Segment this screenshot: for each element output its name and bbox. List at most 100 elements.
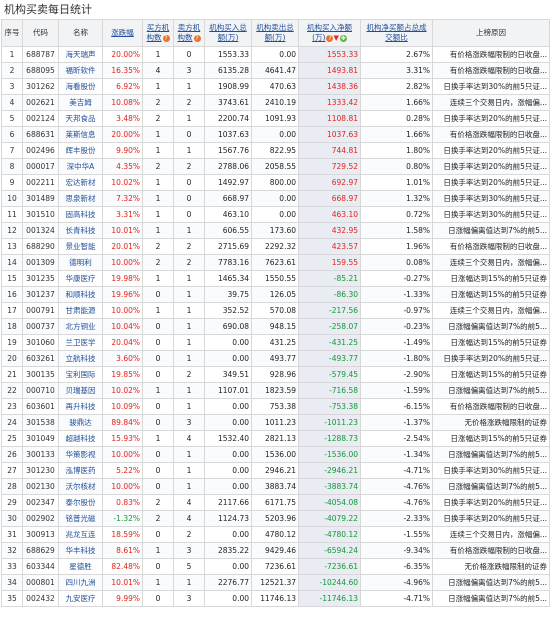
cell-stock-name[interactable]: 泰尔股份: [58, 494, 103, 511]
cell-stock-code[interactable]: 000801: [22, 574, 59, 591]
table-row[interactable]: 14 001309 德明利 10.00% 2 2 7783.16 7623.61 159.55 0…: [1, 254, 550, 271]
col-header-buy-count[interactable]: 买方机构数?: [142, 19, 174, 47]
table-row[interactable]: 7 002496 辉丰股份 9.90% 1 1 1567.76 822.95 744.81 1.8…: [1, 142, 550, 159]
cell-stock-code[interactable]: 000737: [22, 318, 59, 335]
cell-stock-code[interactable]: 002124: [22, 110, 59, 127]
cell-stock-code[interactable]: 301510: [22, 206, 59, 223]
table-row[interactable]: 2 688095 福昕软件 16.35% 4 3 6135.28 4641.47 1493.81…: [1, 62, 550, 79]
cell-stock-name[interactable]: 海看股份: [58, 78, 103, 95]
col-header-net-buy[interactable]: 机构买入净额(万)? ▼ ✤: [298, 19, 361, 47]
table-row[interactable]: 8 000017 深中华A 4.35% 2 2 2788.06 2058.55 729.52 0.…: [1, 158, 550, 175]
table-row[interactable]: 13 688290 景业智能 20.01% 2 2 2715.69 2292.32 423.57…: [1, 238, 550, 255]
cell-stock-name[interactable]: 思泉新材: [58, 190, 103, 207]
cell-stock-code[interactable]: 000791: [22, 302, 59, 319]
table-row[interactable]: 22 000710 贝瑞基因 10.02% 1 1 1107.01 1823.59 -716.5…: [1, 382, 550, 399]
table-row[interactable]: 3 301262 海看股份 6.92% 1 1 1908.99 470.63 1438.36 2.…: [1, 78, 550, 95]
table-row[interactable]: 5 002124 天邦食品 3.48% 2 1 2200.74 1091.93 1108.81 0…: [1, 110, 550, 127]
cell-stock-name[interactable]: 立航科技: [58, 350, 103, 367]
cell-stock-code[interactable]: 301235: [22, 270, 59, 287]
cell-stock-name[interactable]: 九安医疗: [58, 590, 103, 607]
cell-stock-code[interactable]: 301237: [22, 286, 59, 303]
cell-stock-name[interactable]: 景业智能: [58, 238, 103, 255]
table-row[interactable]: 31 300913 兆龙互连 18.59% 0 2 0.00 4780.12 -4780.12-…: [1, 526, 550, 543]
cell-stock-code[interactable]: 301060: [22, 334, 59, 351]
table-row[interactable]: 33 603344 星德胜 82.48% 0 5 0.00 7236.61 -7236.61 -6…: [1, 558, 550, 575]
help-icon[interactable]: ?: [193, 34, 201, 42]
cell-stock-name[interactable]: 天邦食品: [58, 110, 103, 127]
cell-stock-name[interactable]: 甘肃能源: [58, 302, 103, 319]
cell-stock-name[interactable]: 固高科技: [58, 206, 103, 223]
cell-stock-code[interactable]: 301049: [22, 430, 59, 447]
cell-stock-code[interactable]: 001324: [22, 222, 59, 239]
cell-stock-code[interactable]: 688631: [22, 126, 59, 143]
cell-stock-name[interactable]: 北方铜业: [58, 318, 103, 335]
cell-stock-code[interactable]: 300135: [22, 366, 59, 383]
help-icon[interactable]: ?: [162, 34, 170, 42]
table-row[interactable]: 4 002621 美吉姆 10.08% 2 2 3743.61 2410.19 1333.42 1…: [1, 94, 550, 111]
col-header-net-ratio[interactable]: 机构净买额占总成交额比: [360, 19, 433, 47]
table-row[interactable]: 6 688631 莱斯信息 20.00% 1 0 1037.63 0.00 1037.63 1.6…: [1, 126, 550, 143]
cell-stock-code[interactable]: 000710: [22, 382, 59, 399]
cell-stock-code[interactable]: 002496: [22, 142, 59, 159]
cell-stock-name[interactable]: 沃尔核材: [58, 478, 103, 495]
cell-stock-name[interactable]: 长青科技: [58, 222, 103, 239]
cell-stock-code[interactable]: 688787: [22, 46, 59, 63]
cell-stock-name[interactable]: 星德胜: [58, 558, 103, 575]
cell-stock-code[interactable]: 000017: [22, 158, 59, 175]
cell-stock-code[interactable]: 603344: [22, 558, 59, 575]
cell-stock-name[interactable]: 泓博医药: [58, 462, 103, 479]
table-row[interactable]: 32 688629 华丰科技 8.61% 1 3 2835.22 9429.46 -6594.2…: [1, 542, 550, 559]
table-row[interactable]: 30 002902 铭普光磁 -1.32% 2 4 1124.73 5203.96 -4079.…: [1, 510, 550, 527]
table-row[interactable]: 26 300133 华策影视 10.00% 0 1 0.00 1536.00 -1536.00-…: [1, 446, 550, 463]
sort-desc-icon[interactable]: ▼: [333, 34, 338, 42]
cell-stock-code[interactable]: 002621: [22, 94, 59, 111]
table-row[interactable]: 9 002211 宏达新材 10.02% 1 0 1492.97 800.00 692.97 1.…: [1, 174, 550, 191]
table-row[interactable]: 12 001324 长青科技 10.01% 1 1 606.55 173.60 432.95 1.…: [1, 222, 550, 239]
cell-stock-code[interactable]: 301538: [22, 414, 59, 431]
table-row[interactable]: 19 301060 兰卫医学 20.04% 0 1 0.00 431.25 -431.25 -1.…: [1, 334, 550, 351]
table-row[interactable]: 18 000737 北方铜业 10.04% 0 1 690.08 948.15 -258.07-…: [1, 318, 550, 335]
col-header-buy-total[interactable]: 机构买入总额(万): [204, 19, 252, 47]
table-row[interactable]: 17 000791 甘肃能源 10.00% 1 1 352.52 570.08 -217.56-…: [1, 302, 550, 319]
cell-stock-name[interactable]: 莱斯信息: [58, 126, 103, 143]
cell-stock-code[interactable]: 002902: [22, 510, 59, 527]
table-row[interactable]: 20 603261 立航科技 3.60% 0 1 0.00 493.77 -493.77 -1.8…: [1, 350, 550, 367]
cell-stock-name[interactable]: 贝瑞基因: [58, 382, 103, 399]
cell-stock-code[interactable]: 603261: [22, 350, 59, 367]
cell-stock-name[interactable]: 海天瑞声: [58, 46, 103, 63]
cell-stock-name[interactable]: 华康医疗: [58, 270, 103, 287]
table-row[interactable]: 10 301489 思泉新材 7.32% 1 0 668.97 0.00 668.97 1.32%…: [1, 190, 550, 207]
cell-stock-code[interactable]: 002211: [22, 174, 59, 191]
cell-stock-name[interactable]: 福昕软件: [58, 62, 103, 79]
cell-stock-code[interactable]: 002432: [22, 590, 59, 607]
cell-stock-code[interactable]: 603601: [22, 398, 59, 415]
table-row[interactable]: 24 301538 骏鼎达 89.84% 0 3 0.00 1011.23 -1011.23 -1…: [1, 414, 550, 431]
cell-stock-name[interactable]: 深中华A: [58, 158, 103, 175]
cell-stock-code[interactable]: 300133: [22, 446, 59, 463]
cell-stock-code[interactable]: 301230: [22, 462, 59, 479]
cell-stock-code[interactable]: 688290: [22, 238, 59, 255]
cell-stock-name[interactable]: 宏达新材: [58, 174, 103, 191]
col-header-sell-total[interactable]: 机构卖出总额(万): [251, 19, 299, 47]
cell-stock-code[interactable]: 688629: [22, 542, 59, 559]
cell-stock-name[interactable]: 超越科技: [58, 430, 103, 447]
table-row[interactable]: 1 688787 海天瑞声 20.00% 1 0 1553.33 0.00 1553.33 2.6…: [1, 46, 550, 63]
cell-stock-name[interactable]: 德明利: [58, 254, 103, 271]
table-row[interactable]: 28 002130 沃尔核材 10.00% 0 1 0.00 3883.74 -3883.74-…: [1, 478, 550, 495]
table-row[interactable]: 11 301510 固高科技 3.31% 1 0 463.10 0.00 463.10 0.72%…: [1, 206, 550, 223]
table-row[interactable]: 25 301049 超越科技 15.93% 1 4 1532.40 2821.13 -1288.…: [1, 430, 550, 447]
cell-stock-code[interactable]: 301489: [22, 190, 59, 207]
cell-stock-name[interactable]: 铭普光磁: [58, 510, 103, 527]
table-row[interactable]: 23 603601 再升科技 10.09% 0 1 0.00 753.38 -753.38 -6.…: [1, 398, 550, 415]
cell-stock-code[interactable]: 002130: [22, 478, 59, 495]
cell-stock-code[interactable]: 300913: [22, 526, 59, 543]
cell-stock-name[interactable]: 美吉姆: [58, 94, 103, 111]
cell-stock-code[interactable]: 688095: [22, 62, 59, 79]
table-row[interactable]: 35 002432 九安医疗 9.99% 0 3 0.00 11746.13 -11746.13…: [1, 590, 550, 607]
table-row[interactable]: 15 301235 华康医疗 19.98% 1 1 1465.34 1550.55 -85.21…: [1, 270, 550, 287]
cell-stock-code[interactable]: 301262: [22, 78, 59, 95]
cell-stock-name[interactable]: 兆龙互连: [58, 526, 103, 543]
cell-stock-name[interactable]: 宝利国际: [58, 366, 103, 383]
cell-stock-name[interactable]: 华丰科技: [58, 542, 103, 559]
cell-stock-name[interactable]: 骏鼎达: [58, 414, 103, 431]
